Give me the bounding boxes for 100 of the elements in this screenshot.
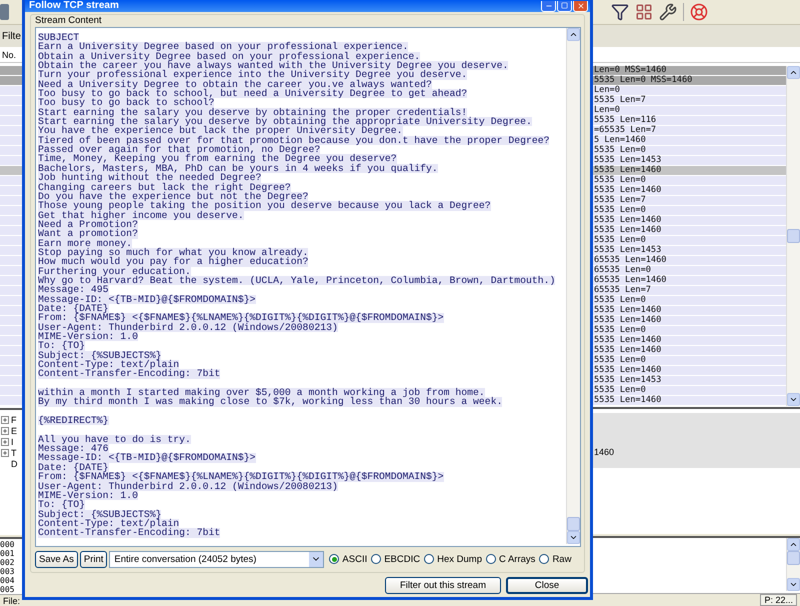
scroll-up-button[interactable]	[787, 538, 800, 552]
packet-row[interactable]	[0, 306, 22, 316]
packet-row[interactable]	[0, 116, 22, 126]
packet-row[interactable]: 5535 Len=1460	[593, 366, 786, 376]
packet-row[interactable]	[0, 206, 22, 216]
close-button[interactable]	[573, 0, 588, 12]
packet-row[interactable]	[0, 166, 22, 176]
tree-item[interactable]: D	[0, 458, 22, 469]
text-scrollbar[interactable]	[566, 28, 580, 544]
packet-row[interactable]: 5535 Len=1460	[593, 186, 786, 196]
packet-row[interactable]	[0, 386, 22, 396]
packet-row[interactable]	[0, 266, 22, 276]
packet-row[interactable]: 5535 Len=1460	[593, 396, 786, 406]
radio-icon[interactable]	[424, 554, 434, 564]
bytes-scrollbar[interactable]	[786, 538, 800, 592]
packet-row[interactable]: 65535 Len=7	[593, 286, 786, 296]
packet-row[interactable]: 65535 Len=1460	[593, 276, 786, 286]
packet-row[interactable]: 5535 Len=0	[593, 296, 786, 306]
format-radio[interactable]: EBCDIC	[371, 554, 420, 564]
filter-icon[interactable]	[611, 2, 629, 21]
packet-row[interactable]: 5535 Len=0 MSS=1460	[593, 76, 786, 86]
packet-row[interactable]	[0, 396, 22, 406]
help-icon[interactable]	[690, 2, 708, 21]
packet-row[interactable]: 5535 Len=0	[593, 356, 786, 366]
minimize-button[interactable]	[541, 0, 556, 12]
format-radio[interactable]: ASCII	[329, 554, 368, 564]
packet-row[interactable]	[0, 226, 22, 236]
packet-row[interactable]: 5535 Len=1460	[593, 336, 786, 346]
packet-list-scrollbar[interactable]	[786, 66, 800, 406]
packet-row[interactable]	[0, 236, 22, 246]
packet-row[interactable]: 5535 Len=1460	[593, 226, 786, 236]
packet-row[interactable]	[0, 66, 22, 76]
scroll-up-button[interactable]	[567, 28, 580, 41]
packet-row[interactable]	[0, 276, 22, 286]
packet-row[interactable]: 5535 Len=1453	[593, 246, 786, 256]
filter-out-button[interactable]: Filter out this stream	[384, 576, 501, 594]
tree-row[interactable]: 1460	[593, 446, 800, 458]
packet-row[interactable]: 5535 Len=1460	[593, 316, 786, 326]
packet-row[interactable]	[0, 336, 22, 346]
grid-icon[interactable]	[635, 2, 653, 21]
packet-row[interactable]: 5535 Len=1453	[593, 376, 786, 386]
expand-icon[interactable]	[1, 426, 9, 434]
packet-row[interactable]: 5535 Len=0	[593, 326, 786, 336]
radio-icon[interactable]	[329, 554, 340, 564]
packet-row[interactable]	[0, 86, 22, 96]
packet-row[interactable]	[0, 296, 22, 306]
packet-row[interactable]: 5535 Len=0	[593, 176, 786, 186]
tree-item[interactable]: F	[0, 414, 22, 425]
tree-item[interactable]: T	[0, 447, 22, 458]
packet-row[interactable]: 5535 Len=0	[593, 146, 786, 156]
packet-row[interactable]	[0, 106, 22, 116]
expand-icon[interactable]	[1, 438, 9, 446]
scroll-down-button[interactable]	[787, 392, 800, 406]
packet-row[interactable]: 65535 Len=1460	[593, 256, 786, 266]
packet-row[interactable]: 5535 Len=0	[593, 386, 786, 396]
packet-row[interactable]	[0, 286, 22, 296]
scroll-thumb[interactable]	[787, 228, 800, 243]
packet-row[interactable]	[0, 146, 22, 156]
packet-row[interactable]: 5535 Len=0	[593, 206, 786, 216]
packet-row[interactable]	[0, 246, 22, 256]
packet-row[interactable]: 5535 Len=7	[593, 96, 786, 106]
close-dialog-button[interactable]: Close	[506, 576, 588, 594]
scroll-down-button[interactable]	[787, 578, 800, 592]
tree-item[interactable]: E	[0, 425, 22, 436]
format-radio[interactable]: Raw	[539, 554, 572, 564]
packet-row[interactable]: 5535 Len=1460	[593, 166, 786, 176]
packet-row[interactable]	[0, 96, 22, 106]
packet-row[interactable]: =65535 Len=7	[593, 126, 786, 136]
packet-row[interactable]	[0, 196, 22, 206]
print-button[interactable]: Print	[80, 550, 108, 568]
wrench-icon[interactable]	[659, 2, 677, 21]
packet-row[interactable]: 5535 Len=116	[593, 116, 786, 126]
packet-row[interactable]	[0, 366, 22, 376]
packet-row[interactable]	[0, 156, 22, 166]
packet-row[interactable]	[0, 216, 22, 226]
packet-row[interactable]: 5535 Len=1460	[593, 306, 786, 316]
toolbar-icon[interactable]	[0, 4, 9, 20]
packet-row[interactable]: 65535 Len=0	[593, 266, 786, 276]
packet-row[interactable]: Len=0	[593, 86, 786, 96]
packet-row[interactable]: 5535 Len=1460	[593, 346, 786, 356]
save-as-button[interactable]: Save As	[35, 550, 78, 568]
packet-row[interactable]: 5535 Len=1453	[593, 156, 786, 166]
packet-row[interactable]	[0, 356, 22, 366]
packet-row[interactable]	[0, 176, 22, 186]
packet-row[interactable]	[0, 316, 22, 326]
maximize-button[interactable]	[557, 0, 572, 12]
packet-row[interactable]	[0, 76, 22, 86]
packet-row[interactable]: Len=0	[593, 106, 786, 116]
radio-icon[interactable]	[539, 554, 550, 564]
scroll-thumb[interactable]	[567, 517, 580, 531]
radio-icon[interactable]	[486, 554, 496, 564]
packet-row[interactable]: 5535 Len=1460	[593, 216, 786, 226]
packet-row[interactable]	[0, 126, 22, 136]
expand-icon[interactable]	[1, 448, 9, 456]
scroll-up-button[interactable]	[787, 66, 800, 79]
packet-row[interactable]	[0, 376, 22, 386]
column-header[interactable]: No.	[0, 47, 22, 63]
format-radio[interactable]: Hex Dump	[424, 554, 482, 564]
packet-row[interactable]	[0, 256, 22, 266]
tree-item[interactable]: I	[0, 436, 22, 447]
